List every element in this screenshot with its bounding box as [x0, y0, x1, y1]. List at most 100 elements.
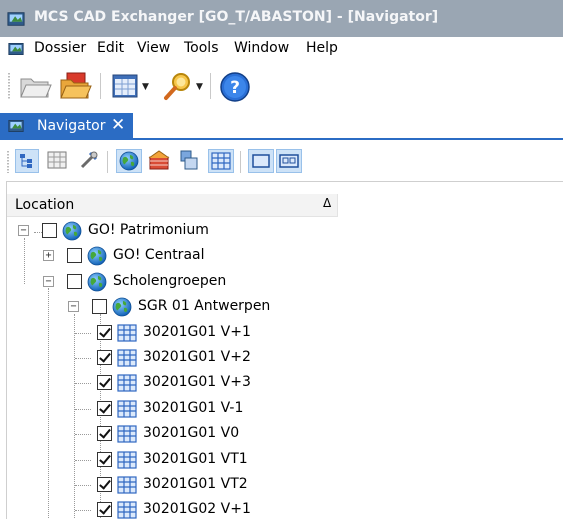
chevron-down-icon[interactable]: ▼ [142, 82, 149, 92]
folder-icon[interactable] [58, 70, 92, 102]
building-icon[interactable] [147, 149, 171, 171]
tree-node-label: 30201G01 V-1 [143, 400, 244, 416]
tree-connector [75, 383, 91, 385]
dual-view-button[interactable] [276, 149, 302, 173]
tree-node-checkbox[interactable] [92, 299, 107, 314]
tree-node[interactable]: − Scholengroepen [0, 271, 400, 293]
tree-node-checkbox[interactable] [97, 350, 112, 365]
tools-icon[interactable] [78, 149, 100, 171]
tree-connector [75, 409, 91, 411]
tree-node-label: 30201G01 V+3 [143, 374, 251, 390]
menu-edit[interactable]: Edit [97, 40, 124, 56]
menu-tools[interactable]: Tools [184, 40, 219, 56]
globe-icon [87, 246, 107, 266]
tree-node-label: 30201G01 V+1 [143, 324, 251, 340]
tree-node[interactable]: + GO! Centraal [0, 245, 400, 267]
main-toolbar: ▼ ▼ ? [0, 61, 563, 109]
tree-connector [75, 485, 91, 487]
toolbar-grip[interactable] [8, 73, 10, 99]
tree-node[interactable]: 30201G01 V+2 [0, 347, 400, 369]
tree-node-checkbox[interactable] [67, 274, 82, 289]
floor-plan-icon [117, 424, 137, 444]
tree-node-checkbox[interactable] [97, 375, 112, 390]
window-title: MCS CAD Exchanger [GO_T/ABASTON] - [Navi… [34, 9, 439, 25]
export-icon[interactable] [177, 149, 201, 171]
floor-plan-icon [117, 500, 137, 520]
tree-node-checkbox[interactable] [97, 401, 112, 416]
expand-icon[interactable]: + [43, 250, 54, 261]
toolbar-separator [107, 151, 108, 173]
tree-node[interactable]: − GO! Patrimonium [0, 220, 400, 242]
tree-node-label: Scholengroepen [113, 273, 227, 289]
tree-node-label: GO! Patrimonium [88, 222, 209, 238]
tree-node[interactable]: 30201G01 V+3 [0, 372, 400, 394]
menu-bar: Dossier Edit View Tools Window Help [0, 37, 563, 61]
globe-icon [87, 272, 107, 292]
tree-connector [75, 510, 91, 512]
tree-connector [75, 333, 91, 335]
tree-node[interactable]: 30201G01 V0 [0, 423, 400, 445]
tree-node-checkbox[interactable] [42, 223, 57, 238]
floor-plan-icon [117, 475, 137, 495]
globe-button[interactable] [116, 149, 142, 173]
tree-node-checkbox[interactable] [97, 325, 112, 340]
tab-navigator[interactable]: Navigator ✕ [0, 113, 133, 139]
grid-view-icon[interactable] [46, 149, 68, 171]
menu-dossier[interactable]: Dossier [34, 40, 86, 56]
document-icon[interactable] [6, 41, 26, 57]
tab-label: Navigator [37, 118, 106, 134]
help-icon[interactable]: ? [219, 71, 251, 103]
tree-node[interactable]: 30201G01 VT2 [0, 474, 400, 496]
tree-view-button[interactable] [15, 149, 39, 173]
tree-node-checkbox[interactable] [97, 477, 112, 492]
collapse-icon[interactable]: − [18, 225, 29, 236]
tree-node[interactable]: 30201G01 VT1 [0, 449, 400, 471]
menu-help[interactable]: Help [306, 40, 338, 56]
menu-view[interactable]: View [137, 40, 170, 56]
tree-view-icon [20, 154, 32, 168]
tree-node-checkbox[interactable] [97, 452, 112, 467]
tree-node-label: 30201G01 VT1 [143, 451, 248, 467]
search-icon[interactable] [162, 71, 194, 101]
toolbar-separator [210, 73, 211, 99]
open-folder-icon[interactable] [18, 71, 52, 101]
sort-icon[interactable]: Δ [323, 196, 331, 210]
tree-connector [75, 460, 91, 462]
tree-node[interactable]: 30201G01 V+1 [0, 322, 400, 344]
floor-plan-icon [117, 399, 137, 419]
app-icon [6, 10, 26, 28]
collapse-icon[interactable]: − [43, 276, 54, 287]
tree-connector [75, 358, 91, 360]
rectangle-button[interactable] [248, 149, 274, 173]
collapse-icon[interactable]: − [68, 301, 79, 312]
navigator-icon [6, 118, 26, 134]
floor-plan-icon [117, 373, 137, 393]
svg-text:?: ? [230, 78, 240, 98]
floor-plan-button[interactable] [208, 149, 234, 173]
dual-view-icon [279, 154, 299, 168]
toolbar-grip[interactable] [7, 151, 9, 173]
floor-plan-icon [117, 323, 137, 343]
menu-window[interactable]: Window [234, 40, 289, 56]
tree-node-label: 30201G01 V+2 [143, 349, 251, 365]
floor-plan-icon [211, 151, 231, 171]
tree-node-label: 30201G02 V+1 [143, 501, 251, 517]
table-view-icon[interactable] [111, 73, 139, 99]
floor-plan-icon [117, 450, 137, 470]
tree-node[interactable]: − SGR 01 Antwerpen [0, 296, 400, 318]
toolbar-separator [240, 151, 241, 173]
globe-icon [112, 297, 132, 317]
globe-icon [62, 221, 82, 241]
column-header-location[interactable]: Location Δ [7, 194, 338, 217]
tree-node-checkbox[interactable] [97, 426, 112, 441]
tree-connector [75, 434, 91, 436]
tree-node-checkbox[interactable] [67, 248, 82, 263]
column-header-label: Location [15, 197, 75, 213]
close-icon[interactable]: ✕ [111, 115, 125, 135]
tree-node-label: SGR 01 Antwerpen [138, 298, 271, 314]
tree-node-label: 30201G01 V0 [143, 425, 240, 441]
chevron-down-icon[interactable]: ▼ [196, 82, 203, 92]
tree-node[interactable]: 30201G01 V-1 [0, 398, 400, 420]
tree-node-checkbox[interactable] [97, 502, 112, 517]
tree-node-label: GO! Centraal [113, 247, 205, 263]
